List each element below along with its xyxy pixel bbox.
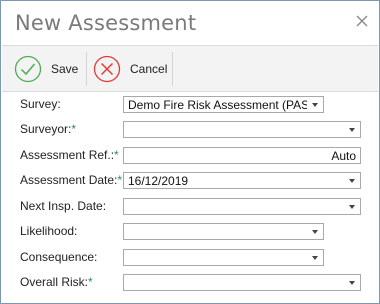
likelihood-label: Likelihood: (20, 224, 78, 238)
chevron-down-icon (312, 103, 318, 107)
new-assessment-dialog: New Assessment Save Cancel Survey: Demo … (0, 0, 380, 304)
assessment-date-value: 16/12/2019 (128, 174, 189, 188)
cancel-button[interactable]: Cancel (93, 46, 167, 91)
consequence-select[interactable] (123, 249, 324, 266)
survey-select[interactable]: Demo Fire Risk Assessment (PAS 7 (123, 96, 324, 113)
likelihood-select[interactable] (123, 223, 324, 240)
consequence-label: Consequence: (20, 250, 98, 264)
x-circle-icon (93, 55, 121, 82)
assessment-ref-value: Auto (331, 149, 356, 163)
assessment-ref-label: Assessment Ref.:* (20, 148, 119, 162)
toolbar-separator (172, 52, 173, 86)
survey-label: Survey: (20, 97, 61, 111)
assessment-date-picker[interactable]: 16/12/2019 (123, 172, 361, 189)
survey-value: Demo Fire Risk Assessment (PAS 7 (128, 98, 307, 112)
chevron-down-icon (349, 205, 355, 209)
toolbar-separator (86, 52, 87, 86)
assessment-ref-input[interactable]: Auto (123, 147, 361, 164)
overall-risk-label: Overall Risk:* (20, 275, 93, 289)
cancel-label: Cancel (130, 61, 168, 76)
surveyor-select[interactable] (123, 121, 361, 138)
close-icon[interactable] (355, 14, 369, 28)
next-insp-date-label: Next Insp. Date: (20, 199, 107, 213)
chevron-down-icon (349, 281, 355, 285)
checkmark-circle-icon (14, 55, 42, 82)
assessment-date-label: Assessment Date:* (20, 173, 123, 187)
chevron-down-icon (349, 128, 355, 132)
chevron-down-icon (349, 179, 355, 183)
next-insp-date-picker[interactable] (123, 198, 361, 215)
chevron-down-icon (312, 256, 318, 260)
dialog-title: New Assessment (15, 11, 197, 35)
chevron-down-icon (312, 230, 318, 234)
save-label: Save (51, 61, 79, 76)
toolbar: Save Cancel (2, 45, 378, 92)
surveyor-label: Surveyor:* (20, 122, 77, 136)
save-button[interactable]: Save (14, 46, 78, 91)
overall-risk-select[interactable] (123, 274, 361, 291)
